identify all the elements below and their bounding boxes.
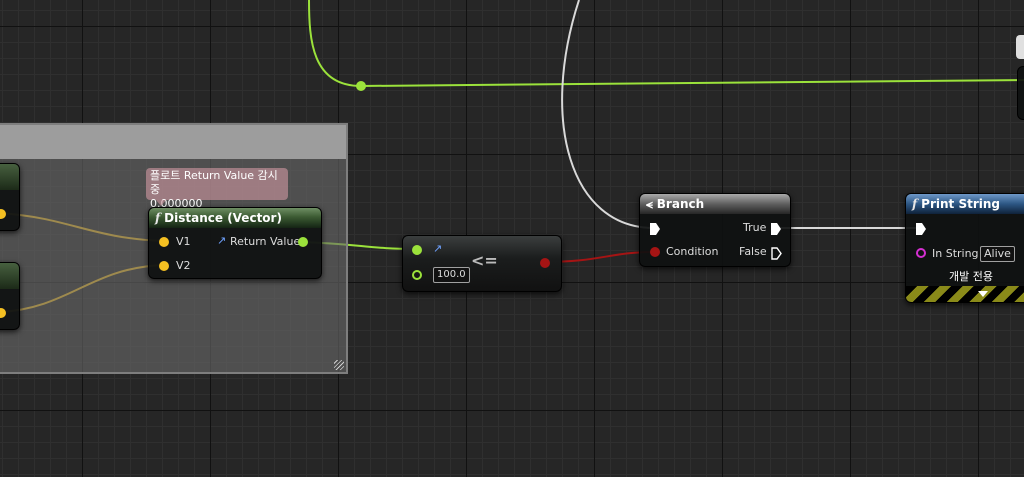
compare-output-pin[interactable] xyxy=(540,258,550,268)
compare-float-node[interactable]: ↗ 100.0 <= xyxy=(402,235,562,292)
float-type-icon-compare: ↗ xyxy=(433,242,443,255)
comment-header[interactable] xyxy=(0,125,346,159)
print-string-node[interactable]: f Print String In String Alive 개발 전용 xyxy=(905,193,1024,303)
return-value-label: Return Value xyxy=(230,235,301,248)
true-label: True xyxy=(743,221,767,234)
function-icon-print: f xyxy=(912,197,918,211)
condition-input-pin[interactable] xyxy=(650,247,660,257)
offscreen-vector-node-1[interactable] xyxy=(0,163,20,231)
watch-value-bubble: 플로트 Return Value 감시중 0.000000 xyxy=(146,168,288,210)
condition-label: Condition xyxy=(666,245,719,258)
in-string-value[interactable]: Alive xyxy=(980,246,1015,262)
compare-a-input-pin[interactable] xyxy=(412,245,422,255)
float-wire-top-vertical xyxy=(308,0,362,87)
comment-resize-grip[interactable] xyxy=(334,360,344,370)
wire-reroute-knot xyxy=(356,81,366,91)
float-type-icon: ↗ xyxy=(217,234,227,247)
v1-label: V1 xyxy=(176,235,191,248)
false-label: False xyxy=(739,245,767,258)
print-exec-input-pin[interactable] xyxy=(916,223,926,235)
compare-b-input-pin[interactable] xyxy=(412,270,422,280)
false-exec-output-pin[interactable] xyxy=(771,247,782,260)
watch-label: 플로트 Return Value 감시중 xyxy=(150,169,278,196)
branch-exec-input-pin[interactable] xyxy=(650,223,660,235)
compare-default-value[interactable]: 100.0 xyxy=(433,267,470,283)
in-string-label: In String xyxy=(932,247,979,260)
offscreen-vector-node-2[interactable] xyxy=(0,262,20,330)
true-exec-output-pin[interactable] xyxy=(771,223,781,235)
function-icon: f xyxy=(155,211,161,225)
v2-label: V2 xyxy=(176,259,191,272)
dropdown-chevron-icon[interactable] xyxy=(978,291,988,297)
branch-icon: ⪪ xyxy=(646,197,653,211)
print-string-title-text: Print String xyxy=(921,197,1000,211)
branch-node-title[interactable]: ⪪ Branch xyxy=(640,194,790,214)
development-only-hazard-stripe xyxy=(906,286,1024,302)
distance-vector-node[interactable]: f Distance (Vector) V1 V2 ↗ Return Value xyxy=(148,207,322,279)
distance-title-text: Distance (Vector) xyxy=(164,211,282,225)
float-wire-top-horizontal xyxy=(360,79,1024,87)
v1-input-pin[interactable] xyxy=(159,237,169,247)
print-string-node-title[interactable]: f Print String xyxy=(906,194,1024,214)
offscreen-node-top-right[interactable] xyxy=(1016,35,1024,59)
v2-input-pin[interactable] xyxy=(159,261,169,271)
development-only-label: 개발 전용 xyxy=(949,270,993,283)
return-value-output-pin[interactable] xyxy=(298,237,308,247)
compare-operator: <= xyxy=(471,251,498,270)
in-string-input-pin[interactable] xyxy=(916,248,926,258)
branch-title-text: Branch xyxy=(656,197,705,211)
offscreen-node-right[interactable] xyxy=(1017,66,1024,120)
distance-node-title[interactable]: f Distance (Vector) xyxy=(149,208,321,228)
branch-node[interactable]: ⪪ Branch Condition True False xyxy=(639,193,791,267)
